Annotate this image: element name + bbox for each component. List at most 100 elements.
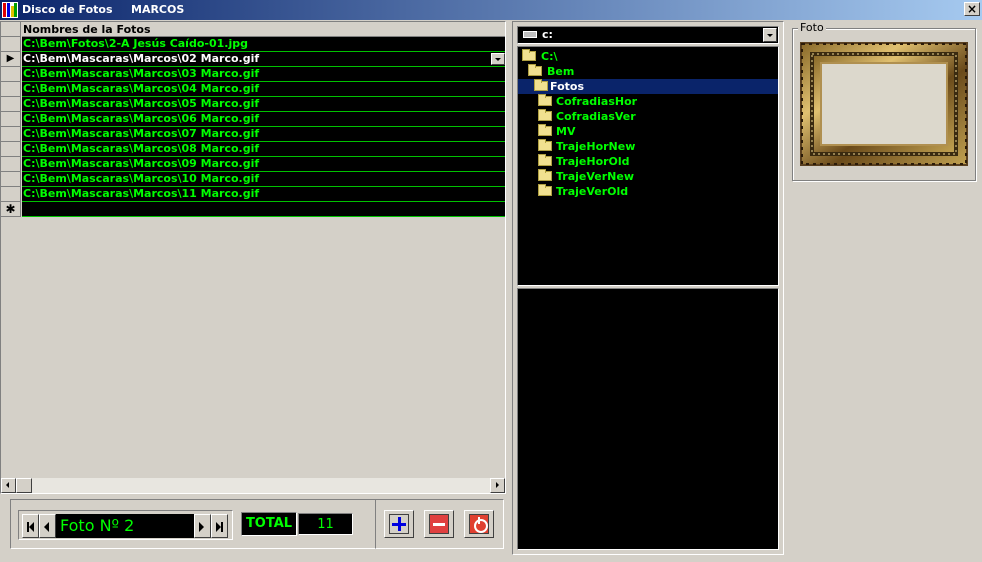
row-selector[interactable] [1, 37, 21, 52]
row-selector[interactable] [1, 82, 21, 97]
scroll-left-button[interactable] [1, 478, 16, 493]
total-box: TOTAL 11 [241, 512, 353, 536]
table-row[interactable]: C:\Bem\Mascaras\Marcos\08 Marco.gif [1, 142, 505, 157]
table-row[interactable]: C:\Bem\Mascaras\Marcos\11 Marco.gif [1, 187, 505, 202]
table-cell-editing[interactable]: C:\Bem\Mascaras\Marcos\02 Marco.gif [22, 52, 505, 67]
open-folder-icon [522, 49, 536, 61]
row-selector[interactable] [1, 142, 21, 157]
row-selector-new[interactable]: ✱ [1, 202, 21, 217]
horizontal-scrollbar[interactable] [1, 478, 505, 493]
photo-grid[interactable]: Nombres de la Fotos C:\Bem\Fotos\2-A Jes… [0, 21, 506, 494]
last-record-icon [216, 522, 223, 535]
total-value: 11 [298, 513, 353, 535]
dir-item-label: Bem [547, 65, 575, 78]
drive-selector[interactable]: c: [517, 26, 779, 44]
photo-preview-frame-image [800, 42, 968, 166]
folder-icon [538, 184, 552, 196]
open-folder-icon [528, 64, 542, 76]
table-cell[interactable]: C:\Bem\Mascaras\Marcos\05 Marco.gif [22, 97, 505, 112]
dir-item-label: TrajeHorOld [556, 155, 630, 168]
table-cell[interactable]: C:\Bem\Mascaras\Marcos\09 Marco.gif [22, 157, 505, 172]
directory-list[interactable]: C:\ Bem Fotos CofradiasHor CofradiasVer … [517, 46, 779, 286]
total-label: TOTAL [241, 512, 297, 536]
dir-item-label: Fotos [550, 80, 584, 93]
table-row[interactable]: C:\Bem\Mascaras\Marcos\04 Marco.gif [1, 82, 505, 97]
window-title: Disco de Fotos [22, 3, 113, 16]
next-record-icon [199, 522, 204, 535]
table-cell[interactable]: C:\Bem\Mascaras\Marcos\11 Marco.gif [22, 187, 505, 202]
table-row[interactable]: C:\Bem\Mascaras\Marcos\09 Marco.gif [1, 157, 505, 172]
last-record-button[interactable] [211, 514, 228, 538]
file-list[interactable] [517, 288, 779, 550]
grid-rows: C:\Bem\Fotos\2-A Jesús Caído-01.jpg ▶ C:\… [1, 37, 505, 217]
table-cell-new[interactable] [22, 202, 505, 217]
grid-header: Nombres de la Fotos [1, 22, 505, 37]
minus-icon [429, 514, 449, 534]
row-selector[interactable] [1, 187, 21, 202]
scroll-thumb[interactable] [16, 478, 32, 493]
table-cell[interactable]: C:\Bem\Mascaras\Marcos\06 Marco.gif [22, 112, 505, 127]
close-icon: × [966, 2, 978, 16]
drive-dropdown-button[interactable] [763, 28, 777, 42]
previous-record-button[interactable] [39, 514, 56, 538]
table-cell[interactable]: C:\Bem\Mascaras\Marcos\03 Marco.gif [22, 67, 505, 82]
new-row-icon: ✱ [5, 202, 16, 216]
dir-item-label: CofradiasVer [556, 110, 636, 123]
close-button[interactable]: × [964, 2, 980, 16]
folder-icon [538, 94, 552, 106]
row-selector[interactable] [1, 97, 21, 112]
row-selector[interactable] [1, 67, 21, 82]
scroll-right-button[interactable] [490, 478, 505, 493]
dir-item-fotos[interactable]: Fotos [518, 79, 778, 94]
record-caption: Foto Nº 2 [56, 514, 194, 538]
foto-group-label: Foto [798, 21, 826, 34]
table-row[interactable]: C:\Bem\Fotos\2-A Jesús Caído-01.jpg [1, 37, 505, 52]
row-selector[interactable] [1, 157, 21, 172]
main-window: Disco de Fotos MARCOS × Nombres de la Fo… [0, 0, 982, 562]
actions-panel [375, 499, 504, 549]
folder-icon [538, 124, 552, 136]
column-header-nombres[interactable]: Nombres de la Fotos [22, 22, 505, 37]
exit-button[interactable] [464, 510, 494, 538]
title-bar[interactable]: Disco de Fotos MARCOS × [0, 0, 982, 20]
table-row[interactable]: C:\Bem\Mascaras\Marcos\03 Marco.gif [1, 67, 505, 82]
current-row-icon: ▶ [6, 53, 15, 64]
table-cell[interactable]: C:\Bem\Mascaras\Marcos\04 Marco.gif [22, 82, 505, 97]
folder-icon [538, 154, 552, 166]
power-icon [469, 514, 489, 534]
table-row[interactable]: C:\Bem\Mascaras\Marcos\05 Marco.gif [1, 97, 505, 112]
first-record-icon [27, 522, 34, 535]
add-photo-button[interactable] [384, 510, 414, 538]
grid-corner[interactable] [1, 22, 21, 37]
hard-drive-icon [523, 31, 537, 38]
table-row[interactable]: C:\Bem\Mascaras\Marcos\06 Marco.gif [1, 112, 505, 127]
dir-item-label: TrajeHorNew [556, 140, 636, 153]
folder-icon [538, 139, 552, 151]
record-navigator: Foto Nº 2 [18, 510, 233, 540]
table-cell[interactable]: C:\Bem\Mascaras\Marcos\07 Marco.gif [22, 127, 505, 142]
cell-dropdown-button[interactable] [491, 53, 505, 65]
dir-item-label: TrajeVerOld [556, 185, 629, 198]
dir-item-label: TrajeVerNew [556, 170, 634, 183]
table-row-current[interactable]: ▶ C:\Bem\Mascaras\Marcos\02 Marco.gif [1, 52, 505, 67]
table-cell[interactable]: C:\Bem\Fotos\2-A Jesús Caído-01.jpg [22, 37, 505, 52]
folder-icon [538, 169, 552, 181]
table-row[interactable]: C:\Bem\Mascaras\Marcos\10 Marco.gif [1, 172, 505, 187]
table-cell[interactable]: C:\Bem\Mascaras\Marcos\10 Marco.gif [22, 172, 505, 187]
row-selector-current[interactable]: ▶ [1, 52, 21, 67]
folder-icon [538, 109, 552, 121]
row-selector[interactable] [1, 127, 21, 142]
next-record-button[interactable] [194, 514, 211, 538]
row-selector[interactable] [1, 172, 21, 187]
table-row-new[interactable]: ✱ [1, 202, 505, 217]
previous-record-icon [44, 522, 49, 535]
file-browser-panel: c: C:\ Bem Fotos CofradiasHor CofradiasV… [512, 21, 784, 555]
plus-icon [389, 514, 409, 534]
delete-photo-button[interactable] [424, 510, 454, 538]
first-record-button[interactable] [22, 514, 39, 538]
table-row[interactable]: C:\Bem\Mascaras\Marcos\07 Marco.gif [1, 127, 505, 142]
row-selector[interactable] [1, 112, 21, 127]
table-cell[interactable]: C:\Bem\Mascaras\Marcos\08 Marco.gif [22, 142, 505, 157]
open-folder-icon [534, 79, 548, 91]
drive-label: c: [542, 28, 553, 41]
